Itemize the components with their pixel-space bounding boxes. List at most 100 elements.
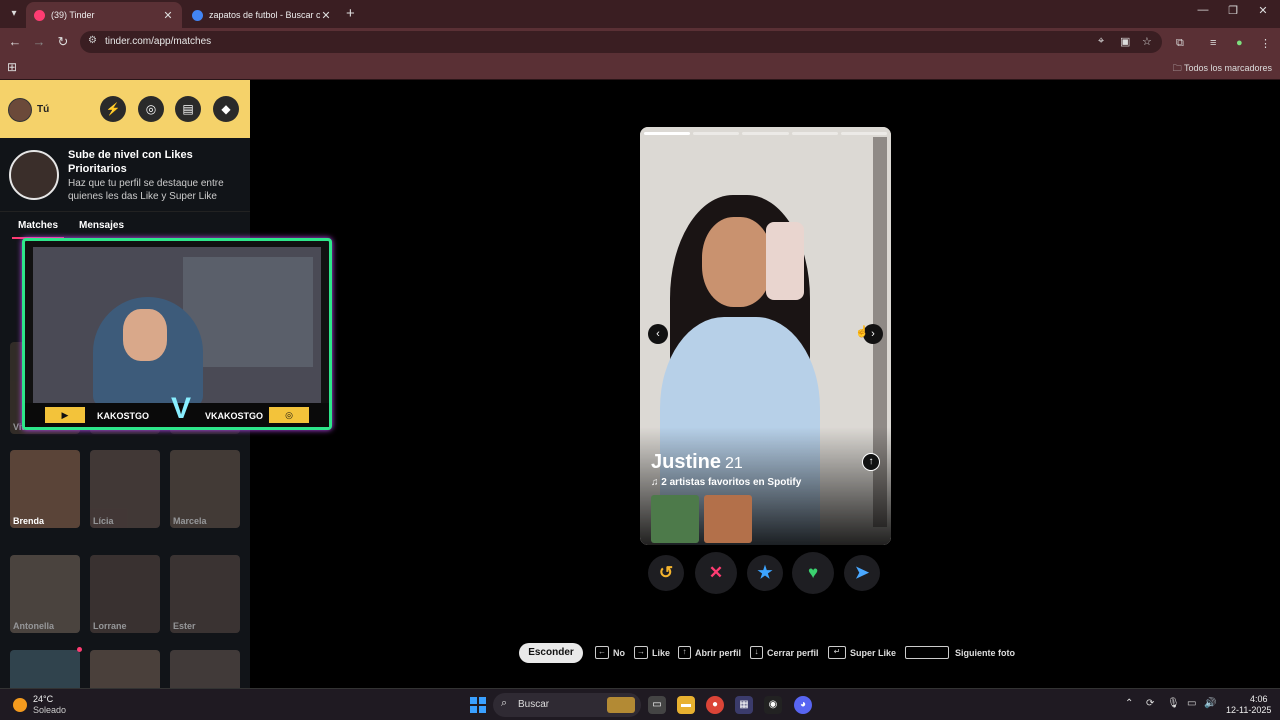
microphone-icon[interactable]: 🎙: [1167, 698, 1180, 709]
photo-face: [702, 217, 772, 307]
chrome-icon[interactable]: ●: [706, 696, 724, 714]
tab-bar: ▾ (39) Tinder ✕ zapatos de futbol - Busc…: [0, 0, 1280, 28]
match-name: Marcela: [173, 516, 207, 526]
location-icon[interactable]: ⌖: [1098, 35, 1104, 48]
photo-indicator-segment: [791, 132, 838, 135]
match-card[interactable]: Brenda: [10, 450, 80, 528]
tab-search-icon[interactable]: ▾: [6, 6, 22, 22]
down-arrow-key-icon: ↓: [750, 646, 763, 659]
weather-temperature[interactable]: 24°C: [33, 694, 53, 704]
promo-subtitle: Haz que tu perfil se destaque entre quie…: [68, 178, 224, 202]
right-arrow-key-icon: →: [634, 646, 648, 659]
super-like-button[interactable]: ★: [747, 555, 783, 591]
spotify-artists: ♫ 2 artistas favoritos en Spotify: [651, 477, 802, 488]
bolt-icon[interactable]: ⚡: [100, 96, 126, 122]
match-card[interactable]: Lícia: [90, 450, 160, 528]
all-bookmarks-link[interactable]: 🗀 Todos los marcadores: [1173, 61, 1272, 77]
tab-google-search[interactable]: zapatos de futbol - Buscar con ✕: [184, 2, 340, 28]
site-info-icon[interactable]: ⚙: [88, 35, 97, 46]
shortcut-super-like-label: Super Like: [850, 648, 897, 658]
previous-photo-icon[interactable]: ‹: [648, 324, 668, 344]
discord-icon[interactable]: ◕: [794, 696, 812, 714]
tray-chevron-icon[interactable]: ⌃: [1125, 698, 1133, 709]
match-name: Brenda: [13, 516, 45, 526]
profile-name: Justine 21: [651, 451, 743, 474]
instagram-handle: VKAKOSTGO: [205, 411, 264, 421]
obs-icon[interactable]: ◉: [764, 696, 782, 714]
compass-icon[interactable]: ◎: [138, 96, 164, 122]
hide-shortcuts-button[interactable]: Esconder: [519, 643, 583, 663]
app-icon[interactable]: ▦: [735, 696, 753, 714]
weather-description[interactable]: Soleado: [33, 705, 66, 715]
shortcut-bar: Esconder ← No → Like ↑ Abrir perfil ↓ Ce…: [0, 640, 1280, 666]
omnibox[interactable]: ⚙ tinder.com/app/matches ⌖ ▣ ☆: [80, 31, 1162, 53]
promo-title: Sube de nivel con Likes Prioritarios: [68, 149, 193, 175]
match-card[interactable]: Antonella: [10, 555, 80, 633]
profile-card[interactable]: ‹ › Justine 21 ↑ ♫ 2 artistas favoritos e…: [640, 127, 891, 545]
bookmark-star-icon[interactable]: ☆: [1142, 35, 1152, 48]
network-icon[interactable]: ▭: [1187, 698, 1196, 709]
youtube-icon: ▶: [45, 407, 85, 423]
minimize-icon[interactable]: —: [1188, 4, 1218, 16]
match-card[interactable]: Lorrane: [90, 555, 160, 633]
photo-indicators: [644, 132, 888, 135]
tab-messages[interactable]: Mensajes: [79, 220, 124, 231]
reload-icon[interactable]: ↻: [54, 34, 72, 50]
clock-date[interactable]: 12-11-2025: [1226, 705, 1271, 715]
shortcut-no-label: No: [613, 648, 625, 658]
my-profile-label[interactable]: Tú: [37, 104, 49, 115]
clock-time[interactable]: 4:06: [1250, 694, 1268, 704]
open-profile-icon[interactable]: ↑: [862, 453, 880, 471]
instagram-icon: ◎: [269, 407, 309, 423]
mouse-cursor-icon: ☝: [855, 326, 869, 338]
taskbar-search[interactable]: ⌕ Buscar: [493, 693, 641, 717]
close-tab-icon[interactable]: ✕: [162, 9, 174, 22]
match-card[interactable]: Ester: [170, 555, 240, 633]
restore-icon[interactable]: ❐: [1218, 4, 1248, 17]
match-name: Antonella: [13, 621, 55, 631]
address-bar: ← → ↻ ⚙ tinder.com/app/matches ⌖ ▣ ☆ ⧉ ≡…: [0, 28, 1280, 56]
spotify-artist-image[interactable]: [704, 495, 752, 543]
sun-icon[interactable]: [13, 698, 27, 712]
volume-icon[interactable]: 🔊: [1204, 698, 1216, 709]
boost-button[interactable]: ➤: [844, 555, 880, 591]
tab-title: (39) Tinder: [51, 10, 95, 20]
all-bookmarks-label: Todos los marcadores: [1183, 63, 1272, 73]
task-view-icon[interactable]: ▭: [648, 696, 666, 714]
forward-icon[interactable]: →: [30, 34, 48, 49]
windows-start-icon[interactable]: [470, 697, 486, 713]
tab-tinder[interactable]: (39) Tinder ✕: [26, 2, 182, 28]
search-icon: ⌕: [501, 697, 508, 709]
back-icon[interactable]: ←: [6, 34, 24, 49]
photo-indicator-segment: [840, 132, 888, 135]
priority-likes-promo[interactable]: Sube de nivel con Likes Prioritarios Haz…: [0, 138, 250, 212]
match-name: Lícia: [93, 516, 114, 526]
shortcut-next-photo-label: Siguiente foto: [955, 648, 1015, 658]
apps-grid-icon[interactable]: ⊞: [7, 60, 17, 74]
new-tab-icon[interactable]: +: [346, 5, 355, 22]
shield-icon[interactable]: ◆: [213, 96, 239, 122]
search-label: Buscar: [518, 699, 550, 710]
match-name: Ester: [173, 621, 196, 631]
spotify-artist-image[interactable]: [651, 495, 699, 543]
extensions-icon[interactable]: ⧉: [1176, 37, 1184, 50]
close-window-icon[interactable]: ✕: [1248, 4, 1278, 17]
tray-sync-icon[interactable]: ⟳: [1146, 698, 1154, 709]
install-app-icon[interactable]: ▣: [1120, 35, 1130, 48]
webcam-overlay: ▶ KAKOSTGO V VKAKOSTGO ◎: [22, 238, 332, 430]
briefcase-icon[interactable]: ▤: [175, 96, 201, 122]
profile-icon[interactable]: ●: [1236, 37, 1243, 49]
tab-matches[interactable]: Matches: [18, 220, 58, 231]
photo-phone: [766, 222, 804, 300]
media-control-icon[interactable]: ≡: [1210, 37, 1216, 49]
rewind-button[interactable]: ↺: [648, 555, 684, 591]
profile-first-name: Justine: [651, 451, 722, 473]
match-card[interactable]: Marcela: [170, 450, 240, 528]
my-avatar[interactable]: [8, 98, 32, 122]
photo-indicator-segment: [693, 132, 740, 135]
menu-icon[interactable]: ⋮: [1260, 37, 1271, 50]
file-explorer-icon[interactable]: ▬: [677, 696, 695, 714]
like-button[interactable]: ♥: [792, 552, 834, 594]
close-tab-icon[interactable]: ✕: [320, 9, 332, 22]
nope-button[interactable]: ✕: [695, 552, 737, 594]
